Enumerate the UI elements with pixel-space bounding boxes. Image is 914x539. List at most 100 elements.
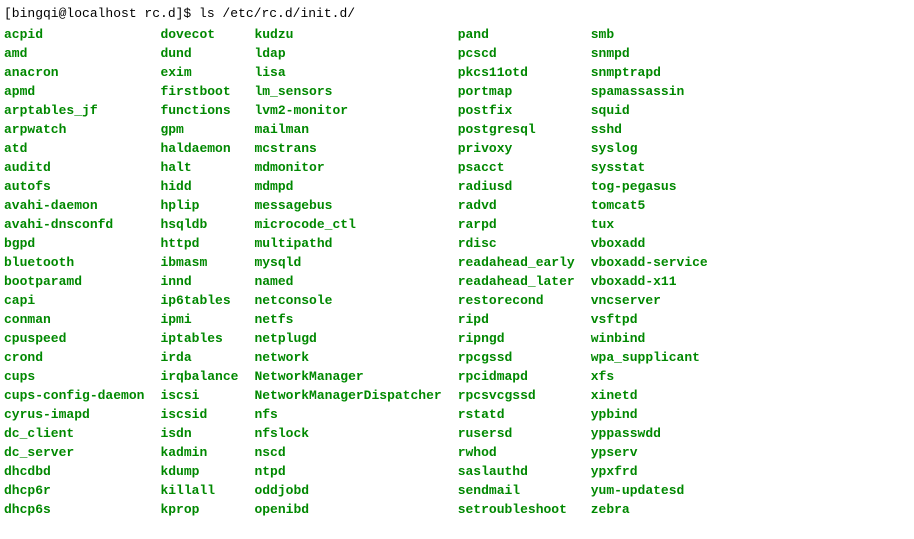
listing-entry: vboxadd-x11: [591, 272, 724, 291]
listing-entry: bluetooth: [4, 253, 160, 272]
listing-entry: ntpd: [254, 462, 457, 481]
listing-entry: dhcdbd: [4, 462, 160, 481]
listing-entry: xinetd: [591, 386, 724, 405]
listing-entry: arptables_jf: [4, 101, 160, 120]
listing-entry: innd: [160, 272, 254, 291]
listing-entry: yppasswdd: [591, 424, 724, 443]
listing-entry: ypserv: [591, 443, 724, 462]
listing-entry: postfix: [458, 101, 591, 120]
listing-entry: mysqld: [254, 253, 457, 272]
listing-entry: portmap: [458, 82, 591, 101]
listing-entry: dc_server: [4, 443, 160, 462]
listing-entry: lisa: [254, 63, 457, 82]
listing-entry: saslauthd: [458, 462, 591, 481]
listing-entry: mailman: [254, 120, 457, 139]
listing-entry: tux: [591, 215, 724, 234]
listing-entry: lm_sensors: [254, 82, 457, 101]
listing-entry: xfs: [591, 367, 724, 386]
listing-entry: zebra: [591, 500, 724, 519]
listing-entry: ripngd: [458, 329, 591, 348]
listing-entry: arpwatch: [4, 120, 160, 139]
listing-entry: netfs: [254, 310, 457, 329]
listing-entry: squid: [591, 101, 724, 120]
listing-entry: ip6tables: [160, 291, 254, 310]
listing-column-1: dovecotdundeximfirstbootfunctionsgpmhald…: [160, 25, 254, 519]
listing-entry: vboxadd-service: [591, 253, 724, 272]
shell-prompt: [bingqi@localhost rc.d]$ ls /etc/rc.d/in…: [4, 4, 910, 23]
listing-entry: lvm2-monitor: [254, 101, 457, 120]
listing-entry: smb: [591, 25, 724, 44]
listing-entry: functions: [160, 101, 254, 120]
listing-entry: conman: [4, 310, 160, 329]
listing-entry: radiusd: [458, 177, 591, 196]
listing-entry: restorecond: [458, 291, 591, 310]
listing-entry: nfs: [254, 405, 457, 424]
listing-entry: hsqldb: [160, 215, 254, 234]
listing-entry: autofs: [4, 177, 160, 196]
listing-entry: sendmail: [458, 481, 591, 500]
listing-entry: dhcp6s: [4, 500, 160, 519]
listing-entry: readahead_early: [458, 253, 591, 272]
listing-entry: httpd: [160, 234, 254, 253]
listing-entry: auditd: [4, 158, 160, 177]
listing-entry: tog-pegasus: [591, 177, 724, 196]
listing-entry: tomcat5: [591, 196, 724, 215]
listing-entry: spamassassin: [591, 82, 724, 101]
listing-entry: vsftpd: [591, 310, 724, 329]
listing-entry: halt: [160, 158, 254, 177]
listing-entry: mcstrans: [254, 139, 457, 158]
listing-entry: setroubleshoot: [458, 500, 591, 519]
listing-entry: nscd: [254, 443, 457, 462]
listing-entry: kadmin: [160, 443, 254, 462]
listing-entry: netconsole: [254, 291, 457, 310]
listing-entry: named: [254, 272, 457, 291]
listing-entry: pkcs11otd: [458, 63, 591, 82]
listing-entry: rpcidmapd: [458, 367, 591, 386]
listing-entry: avahi-daemon: [4, 196, 160, 215]
listing-entry: killall: [160, 481, 254, 500]
listing-entry: dhcp6r: [4, 481, 160, 500]
listing-entry: bootparamd: [4, 272, 160, 291]
listing-entry: NetworkManager: [254, 367, 457, 386]
listing-entry: ypbind: [591, 405, 724, 424]
listing-entry: mdmpd: [254, 177, 457, 196]
listing-entry: hidd: [160, 177, 254, 196]
listing-entry: mdmonitor: [254, 158, 457, 177]
listing-entry: kudzu: [254, 25, 457, 44]
listing-entry: pand: [458, 25, 591, 44]
listing-entry: network: [254, 348, 457, 367]
listing-entry: microcode_ctl: [254, 215, 457, 234]
listing-column-2: kudzuldaplisalm_sensorslvm2-monitormailm…: [254, 25, 457, 519]
listing-entry: NetworkManagerDispatcher: [254, 386, 457, 405]
listing-entry: dund: [160, 44, 254, 63]
listing-entry: acpid: [4, 25, 160, 44]
listing-entry: snmptrapd: [591, 63, 724, 82]
listing-entry: exim: [160, 63, 254, 82]
listing-entry: rusersd: [458, 424, 591, 443]
directory-listing: acpidamdanacronapmdarptables_jfarpwatcha…: [4, 25, 910, 519]
listing-column-0: acpidamdanacronapmdarptables_jfarpwatcha…: [4, 25, 160, 519]
listing-entry: irqbalance: [160, 367, 254, 386]
listing-entry: openibd: [254, 500, 457, 519]
listing-entry: firstboot: [160, 82, 254, 101]
listing-entry: dc_client: [4, 424, 160, 443]
listing-entry: sshd: [591, 120, 724, 139]
listing-entry: crond: [4, 348, 160, 367]
listing-entry: kprop: [160, 500, 254, 519]
listing-entry: rwhod: [458, 443, 591, 462]
listing-entry: cpuspeed: [4, 329, 160, 348]
listing-entry: isdn: [160, 424, 254, 443]
listing-entry: ibmasm: [160, 253, 254, 272]
listing-entry: avahi-dnsconfd: [4, 215, 160, 234]
listing-entry: rpcsvcgssd: [458, 386, 591, 405]
listing-entry: dovecot: [160, 25, 254, 44]
listing-entry: irda: [160, 348, 254, 367]
listing-entry: messagebus: [254, 196, 457, 215]
listing-entry: hplip: [160, 196, 254, 215]
listing-entry: vboxadd: [591, 234, 724, 253]
listing-entry: postgresql: [458, 120, 591, 139]
listing-entry: psacct: [458, 158, 591, 177]
listing-entry: rpcgssd: [458, 348, 591, 367]
listing-entry: capi: [4, 291, 160, 310]
listing-entry: snmpd: [591, 44, 724, 63]
